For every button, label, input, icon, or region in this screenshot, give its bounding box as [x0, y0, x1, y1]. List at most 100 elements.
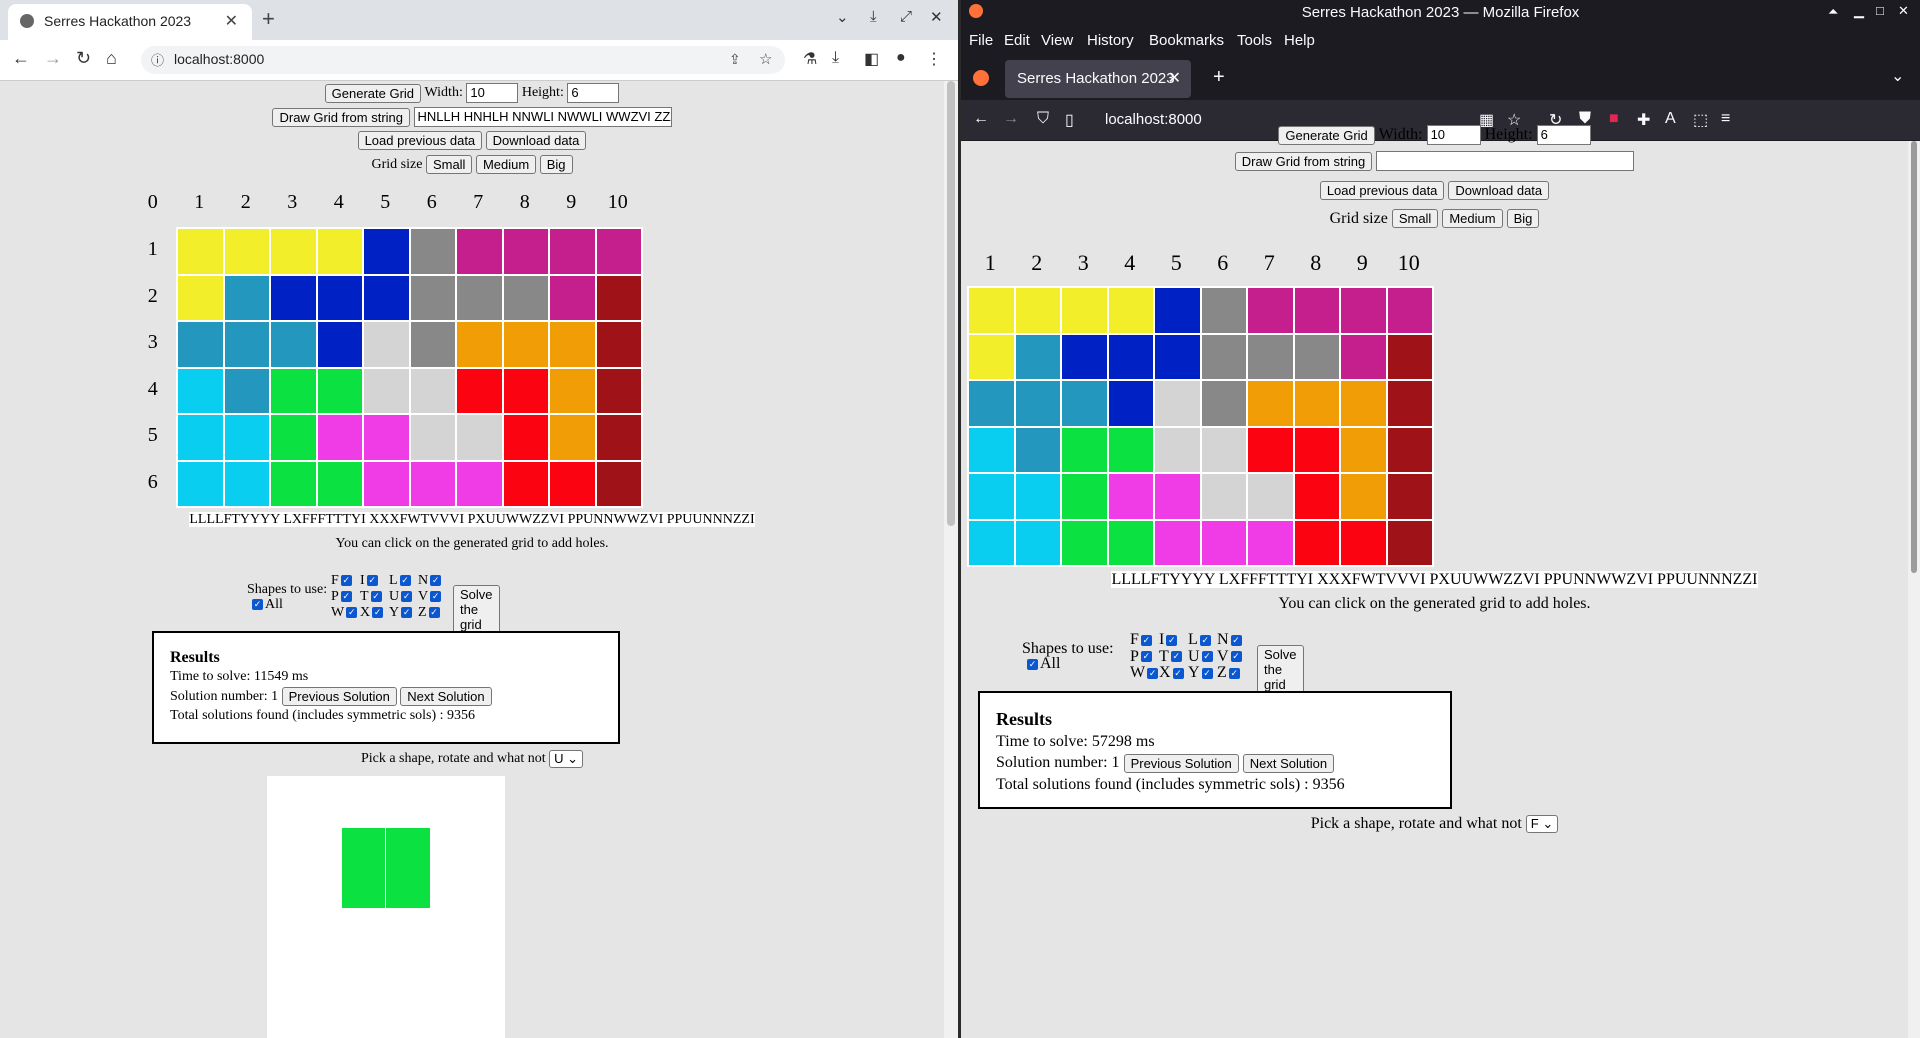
share-icon[interactable]: ⇪	[729, 51, 741, 68]
shape-checkbox-y[interactable]: Y ✓	[1188, 664, 1215, 682]
grid-cell[interactable]	[1107, 426, 1154, 473]
close-window-icon[interactable]: ✕	[930, 8, 943, 26]
grid-cell[interactable]	[1340, 473, 1387, 520]
menu-file[interactable]: File	[969, 32, 993, 49]
checkbox[interactable]: ✓	[1170, 651, 1182, 663]
shape-checkbox-i[interactable]: I ✓	[1159, 631, 1179, 649]
grid-cell[interactable]	[409, 460, 456, 507]
grid-cell[interactable]	[270, 367, 317, 414]
shape-checkbox-n[interactable]: N ✓	[1217, 631, 1244, 649]
grid-cell[interactable]	[1200, 426, 1247, 473]
grid-cell[interactable]	[1107, 473, 1154, 520]
grid-cell[interactable]	[1154, 426, 1201, 473]
grid-cell[interactable]	[1293, 287, 1340, 334]
grid-cell[interactable]	[1061, 333, 1108, 380]
all-checkbox[interactable]: ✓	[1027, 658, 1038, 670]
next-solution-button[interactable]: Next Solution	[400, 687, 492, 706]
menu-edit[interactable]: Edit	[1004, 32, 1030, 49]
grid-cell[interactable]	[1061, 519, 1108, 566]
grid-cell[interactable]	[502, 460, 549, 507]
grid-cell[interactable]	[1014, 426, 1061, 473]
new-tab-icon[interactable]: +	[1213, 66, 1225, 89]
home-icon[interactable]: ⌂	[106, 48, 117, 69]
width-input[interactable]: 10	[1426, 125, 1481, 145]
download-data-button[interactable]: Download data	[1448, 181, 1550, 200]
grid-cell[interactable]	[968, 473, 1015, 520]
grid-cell[interactable]	[502, 274, 549, 321]
grid-cell[interactable]	[549, 460, 596, 507]
info-icon[interactable]: ⓘ	[151, 50, 164, 69]
shape-checkbox-l[interactable]: L ✓	[389, 573, 413, 589]
load-previous-button[interactable]: Load previous data	[357, 131, 483, 150]
big-button[interactable]: Big	[1506, 209, 1540, 228]
grid-cell[interactable]	[223, 460, 270, 507]
shape-checkbox-w[interactable]: W ✓	[331, 605, 359, 621]
menu-icon[interactable]: ⋮	[926, 49, 942, 69]
grid-cell[interactable]	[1154, 519, 1201, 566]
menu-view[interactable]: View	[1041, 32, 1073, 49]
generate-grid-button[interactable]: Generate Grid	[324, 83, 422, 103]
medium-button[interactable]: Medium	[1442, 209, 1503, 228]
grid-string-input[interactable]	[1376, 151, 1635, 171]
shape-checkbox-n[interactable]: N ✓	[418, 573, 443, 589]
firefox-view-icon[interactable]	[973, 70, 989, 86]
grid-cell[interactable]	[316, 274, 363, 321]
bookmark-star-icon[interactable]: ☆	[759, 50, 772, 68]
menu-tools[interactable]: Tools	[1237, 32, 1272, 49]
grid-cell[interactable]	[1014, 473, 1061, 520]
grid-cell[interactable]	[1293, 333, 1340, 380]
grid-cell[interactable]	[968, 380, 1015, 427]
grid-cell[interactable]	[502, 414, 549, 461]
grid-cell[interactable]	[316, 321, 363, 368]
previous-solution-button[interactable]: Previous Solution	[281, 687, 397, 706]
checkbox[interactable]: ✓	[1199, 634, 1211, 646]
back-icon[interactable]: ←	[12, 48, 30, 69]
shape-checkbox-v[interactable]: V ✓	[1217, 648, 1244, 666]
grid-cell[interactable]	[1293, 473, 1340, 520]
scrollbar[interactable]	[944, 81, 958, 1038]
grid-cell[interactable]	[456, 367, 503, 414]
grid-cell[interactable]	[223, 274, 270, 321]
chevron-down-icon[interactable]: ⌄	[836, 8, 849, 26]
height-input[interactable]: 6	[1536, 125, 1591, 145]
grid-cell[interactable]	[1247, 473, 1294, 520]
profile-icon[interactable]: ●	[896, 49, 906, 67]
checkbox[interactable]: ✓	[1147, 667, 1159, 679]
grid-cell[interactable]	[270, 460, 317, 507]
grid-string-input[interactable]: HNLLH HNHLH NNWLI NWWLI WWZVI ZZZVI ZV	[413, 107, 672, 127]
shape-checkbox-v[interactable]: V ✓	[418, 589, 443, 605]
grid-cell[interactable]	[1200, 473, 1247, 520]
grid-cell[interactable]	[1247, 519, 1294, 566]
all-checkbox-label[interactable]: ✓ All	[1025, 655, 1060, 673]
grid-cell[interactable]	[595, 460, 642, 507]
menu-history[interactable]: History	[1087, 32, 1134, 49]
shape-checkbox-l[interactable]: L ✓	[1188, 631, 1213, 649]
checkbox[interactable]: ✓	[366, 575, 378, 587]
checkbox[interactable]: ✓	[372, 607, 384, 619]
grid-cell[interactable]	[409, 367, 456, 414]
browser-tab[interactable]: Serres Hackathon 2023 ✕	[8, 4, 252, 40]
side-panel-icon[interactable]: ◧	[864, 49, 879, 69]
grid-cell[interactable]	[177, 228, 224, 275]
shape-checkbox-u[interactable]: U ✓	[1188, 648, 1215, 666]
grid-cell[interactable]	[363, 274, 410, 321]
maximize-icon[interactable]: □	[1876, 3, 1884, 18]
grid-cell[interactable]	[316, 414, 363, 461]
download-icon[interactable]: ⤓	[832, 49, 839, 67]
grid-cell[interactable]	[968, 519, 1015, 566]
grid-cell[interactable]	[1340, 333, 1387, 380]
grid-cell[interactable]	[363, 460, 410, 507]
grid-cell[interactable]	[1386, 287, 1433, 334]
grid-cell[interactable]	[456, 414, 503, 461]
grid-cell[interactable]	[1386, 380, 1433, 427]
grid-cell[interactable]	[177, 414, 224, 461]
menu-help[interactable]: Help	[1284, 32, 1315, 49]
shape-checkbox-t[interactable]: T ✓	[1159, 648, 1184, 666]
shape-checkbox-p[interactable]: P ✓	[1130, 648, 1154, 666]
checkbox[interactable]: ✓	[1140, 651, 1152, 663]
checkbox[interactable]: ✓	[430, 575, 442, 587]
grid-cell[interactable]	[502, 228, 549, 275]
checkbox[interactable]: ✓	[1140, 634, 1152, 646]
grid-cell[interactable]	[549, 274, 596, 321]
grid-cell[interactable]	[502, 367, 549, 414]
